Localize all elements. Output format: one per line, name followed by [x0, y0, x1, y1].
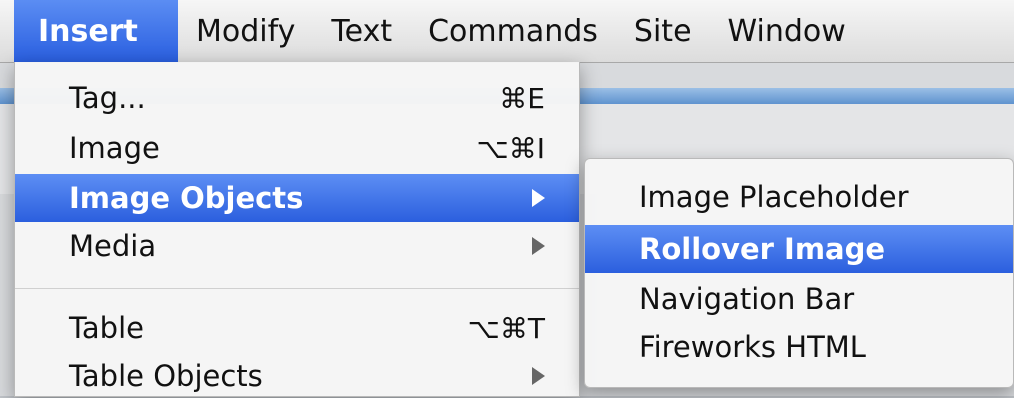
menu-separator	[15, 288, 579, 289]
menu-commands-label: Commands	[428, 13, 598, 49]
submenu-item-navigation-bar[interactable]: Navigation Bar	[585, 277, 1013, 321]
insert-menu: Tag... ⌘E Image ⌥⌘I Image Objects Media …	[14, 62, 580, 397]
chevron-right-icon	[532, 367, 545, 385]
menu-window[interactable]: Window	[710, 0, 864, 62]
menu-item-media[interactable]: Media	[15, 224, 579, 268]
menu-commands[interactable]: Commands	[410, 0, 616, 62]
submenu-item-label: Rollover Image	[639, 232, 886, 266]
submenu-item-label: Fireworks HTML	[639, 330, 866, 364]
menu-item-label: Image Objects	[69, 181, 304, 215]
submenu-item-fireworks-html[interactable]: Fireworks HTML	[585, 325, 1013, 369]
menu-modify-label: Modify	[196, 13, 296, 49]
menu-item-image[interactable]: Image ⌥⌘I	[15, 126, 579, 170]
menu-text[interactable]: Text	[313, 0, 410, 62]
menu-item-shortcut: ⌥⌘T	[467, 311, 545, 345]
menu-window-label: Window	[727, 13, 846, 49]
menu-modify[interactable]: Modify	[178, 0, 313, 62]
menu-item-table[interactable]: Table ⌥⌘T	[15, 306, 579, 350]
menu-item-table-objects[interactable]: Table Objects	[15, 354, 579, 398]
menu-item-label: Media	[69, 229, 157, 263]
menu-item-tag[interactable]: Tag... ⌘E	[15, 76, 579, 120]
menu-text-label: Text	[331, 13, 393, 49]
submenu-item-image-placeholder[interactable]: Image Placeholder	[585, 175, 1013, 219]
menu-item-image-objects[interactable]: Image Objects	[15, 174, 579, 222]
menu-insert-label: Insert	[38, 13, 138, 49]
menu-item-label: Image	[69, 131, 160, 165]
menu-insert[interactable]: Insert	[14, 0, 178, 62]
submenu-item-rollover-image[interactable]: Rollover Image	[585, 225, 1013, 273]
menu-bar: Insert Modify Text Commands Site Window	[0, 0, 1014, 63]
menu-site[interactable]: Site	[616, 0, 710, 62]
menu-item-shortcut: ⌥⌘I	[476, 131, 545, 165]
chevron-right-icon	[532, 237, 545, 255]
menu-item-label: Tag...	[69, 81, 146, 115]
menu-site-label: Site	[633, 13, 692, 49]
menu-item-label: Table Objects	[69, 359, 263, 393]
menu-item-label: Table	[69, 311, 144, 345]
submenu-item-label: Image Placeholder	[639, 180, 909, 214]
chevron-right-icon	[532, 189, 545, 207]
menu-item-shortcut: ⌘E	[499, 81, 545, 115]
image-objects-submenu: Image Placeholder Rollover Image Navigat…	[584, 158, 1014, 388]
submenu-item-label: Navigation Bar	[639, 282, 855, 316]
